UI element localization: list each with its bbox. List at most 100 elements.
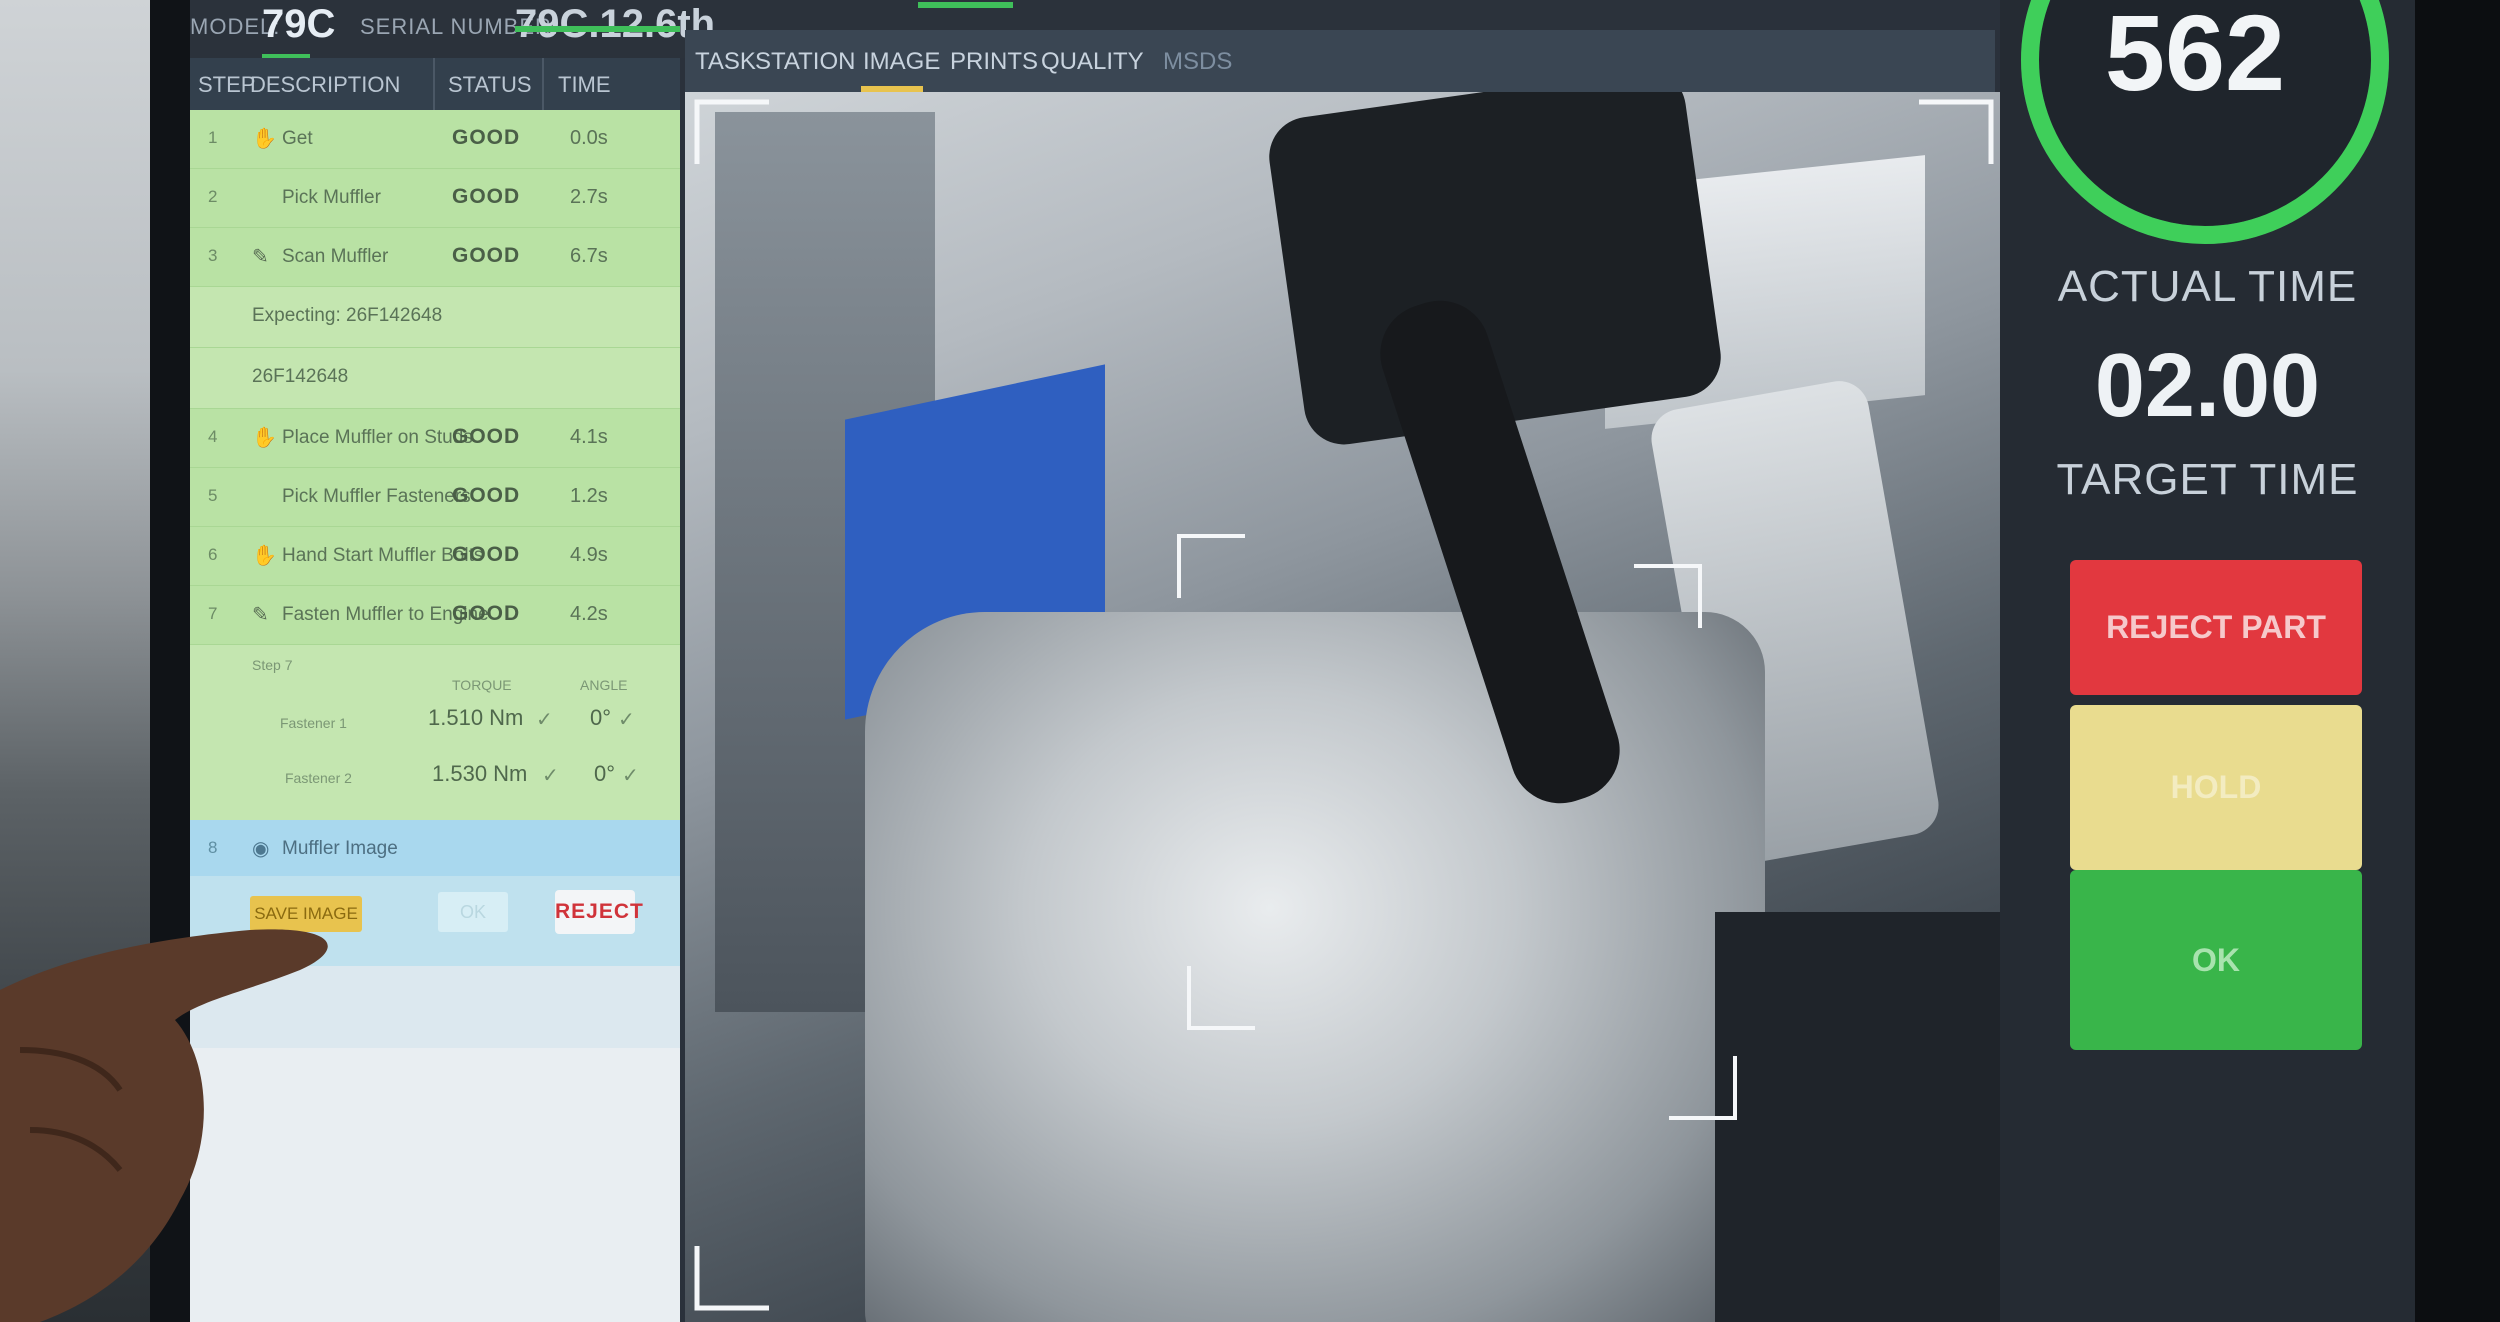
camera-icon: ◉ (252, 838, 270, 860)
col-step: STEP (198, 72, 256, 97)
photo-engine (865, 612, 1765, 1322)
step-number: 3 (208, 246, 218, 265)
tab-quality[interactable]: QUALITY (1041, 48, 1144, 76)
check-icon: ✓ (618, 709, 635, 731)
viewfinder-corner-icon (694, 99, 769, 164)
fastener-label: Fastener 2 (285, 770, 352, 786)
step-description: Get (282, 128, 313, 149)
check-icon: ✓ (536, 709, 553, 731)
step-number: 7 (208, 604, 218, 623)
task-table-header: STEP DESCRIPTION STATUS TIME (190, 58, 680, 110)
ok-button[interactable]: OK (2070, 870, 2362, 1050)
tab-station[interactable]: STATION (755, 48, 855, 76)
target-time-value: 02.00 (2094, 336, 2321, 436)
hold-button[interactable]: HOLD (2070, 705, 2362, 870)
tab-image[interactable]: IMAGE (863, 48, 940, 76)
step-row[interactable]: 3 ✎ Scan Muffler GOOD 6.7s (190, 228, 680, 287)
operator-hand (0, 929, 328, 1322)
step-description: Scan Muffler (282, 246, 389, 267)
viewfinder-corner-icon (694, 1246, 769, 1311)
focus-corner-icon (1187, 966, 1255, 1030)
tab-prints[interactable]: PRINTS (950, 48, 1038, 76)
step-row-photo[interactable]: 8 ◉ Muffler Image (190, 820, 680, 876)
step-status: GOOD (452, 425, 521, 448)
col-divider (433, 58, 435, 110)
ok-button-small[interactable]: OK (438, 892, 508, 932)
status-panel: 562 ACTUAL TIME 02.00 TARGET TIME REJECT… (2000, 0, 2415, 1322)
col-divider (542, 58, 544, 110)
step-status: GOOD (452, 602, 521, 625)
step-time: 2.7s (570, 186, 608, 208)
step-number: 8 (208, 838, 218, 857)
angle-column-label: ANGLE (580, 677, 628, 693)
reject-part-button[interactable]: REJECT PART (2070, 560, 2362, 695)
step-row[interactable]: 1 ✋ Get GOOD 0.0s (190, 110, 680, 169)
step-status: GOOD (452, 484, 521, 507)
step-description: Place Muffler on Studs (282, 427, 473, 448)
step-row[interactable]: 4 ✋ Place Muffler on Studs GOOD 4.1s (190, 409, 680, 468)
col-time: TIME (558, 72, 611, 97)
target-time-label: TARGET TIME (2056, 455, 2359, 504)
step-status: GOOD (452, 126, 521, 149)
serial-indicator (515, 26, 680, 32)
focus-corner-icon (1177, 534, 1245, 598)
monitor-bezel-right (2415, 0, 2500, 1322)
hand-icon: ✋ (252, 427, 277, 449)
image-viewer[interactable] (685, 92, 2005, 1322)
col-description: DESCRIPTION (250, 72, 401, 97)
scan-result-row: 26F142648 (190, 348, 680, 409)
step-status: GOOD (452, 244, 521, 267)
torque-value: 1.530 Nm (432, 761, 528, 786)
step-list: 1 ✋ Get GOOD 0.0s 2 Pick Muffler GOOD 2.… (190, 110, 680, 966)
step-row[interactable]: 5 Pick Muffler Fasteners GOOD 1.2s (190, 468, 680, 527)
cycle-count: 562 (2104, 0, 2286, 113)
viewfinder-corner-icon (1919, 99, 1994, 164)
step-description: Pick Muffler Fasteners (282, 486, 471, 507)
step-time: 4.9s (570, 544, 608, 566)
step-number: 5 (208, 486, 218, 505)
step-row[interactable]: 6 ✋ Hand Start Muffler Bolts GOOD 4.9s (190, 527, 680, 586)
focus-corner-icon (1669, 1056, 1737, 1120)
step-time: 1.2s (570, 485, 608, 507)
torque-column-label: TORQUE (452, 677, 512, 693)
pen-icon: ✎ (252, 246, 269, 268)
check-icon: ✓ (622, 765, 639, 787)
step-description: Muffler Image (282, 838, 398, 859)
hand-icon: ✋ (252, 545, 277, 567)
tab-msds[interactable]: MSDS (1163, 48, 1232, 76)
torque-step-label: Step 7 (252, 657, 293, 673)
step-row[interactable]: 7 ✎ Fasten Muffler to Engine GOOD 4.2s (190, 586, 680, 645)
step-time: 4.1s (570, 426, 608, 448)
step-time: 0.0s (570, 127, 608, 149)
tab-task[interactable]: TASK (695, 48, 756, 76)
step-status: GOOD (452, 185, 521, 208)
torque-results: Step 7 TORQUE ANGLE Fastener 1 1.510 Nm … (190, 645, 680, 820)
reject-button[interactable]: REJECT (555, 890, 643, 934)
tab-bar: TASK STATION IMAGE PRINTS QUALITY MSDS (685, 30, 1995, 92)
step-time: 6.7s (570, 245, 608, 267)
step-number: 6 (208, 545, 218, 564)
step-status: GOOD (452, 543, 521, 566)
scan-result-text: 26F142648 (252, 366, 349, 387)
col-status: STATUS (448, 72, 532, 97)
step-number: 2 (208, 187, 218, 206)
tab-indicator (918, 2, 1013, 8)
scan-expected-row: Expecting: 26F142648 (190, 287, 680, 348)
fastener-label: Fastener 1 (280, 715, 347, 731)
step-number: 1 (208, 128, 218, 147)
actual-time-label: ACTUAL TIME (2057, 262, 2358, 311)
angle-value: 0° (590, 705, 612, 730)
hand-icon: ✋ (252, 128, 277, 150)
scan-expected-text: Expecting: 26F142648 (252, 305, 443, 326)
angle-value: 0° (594, 761, 616, 786)
pen-icon: ✎ (252, 604, 269, 626)
photo-shadow (1715, 912, 2005, 1322)
step-description: Pick Muffler (282, 187, 381, 208)
step-time: 4.2s (570, 603, 608, 625)
step-number: 4 (208, 427, 218, 446)
check-icon: ✓ (542, 765, 559, 787)
step-row[interactable]: 2 Pick Muffler GOOD 2.7s (190, 169, 680, 228)
torque-value: 1.510 Nm (428, 705, 524, 730)
model-value: 79C (262, 2, 336, 46)
screen: MODEL: 79C SERIAL NUMBER: 79C.12.6th STE… (190, 0, 2415, 1322)
